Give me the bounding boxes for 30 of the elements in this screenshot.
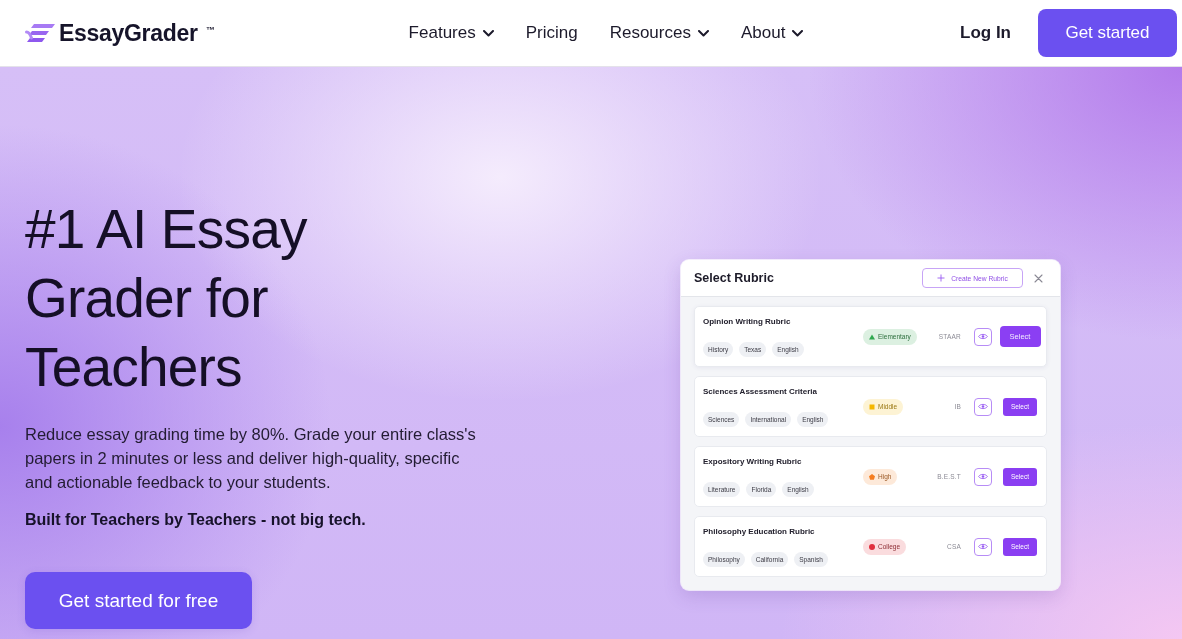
eye-icon <box>978 403 988 410</box>
eye-icon <box>978 543 988 550</box>
logo-icon <box>25 24 55 42</box>
chevron-down-icon <box>792 29 804 37</box>
login-link[interactable]: Log In <box>960 23 1011 43</box>
hero-description: Reduce essay grading time by 80%. Grade your entire class's papers in 2 minutes or less and deliver high-quality, specific and actionable feedback to your students. <box>25 424 477 493</box>
nav-link[interactable]: About <box>740 23 804 43</box>
nav-link[interactable]: Resources <box>609 23 709 43</box>
preview-button[interactable] <box>974 537 992 556</box>
eye-icon <box>978 473 988 480</box>
close-icon[interactable] <box>1034 273 1043 283</box>
chevron-down-icon <box>697 29 709 37</box>
nav-link[interactable]: Pricing <box>525 23 578 43</box>
get-started-free-button[interactable]: Get started for free <box>25 572 252 629</box>
hero-heading: #1 AI Essay Grader for Teachers <box>25 197 309 400</box>
eye-icon <box>978 333 988 340</box>
rubric-title: Opinion Writing Rubric <box>703 316 791 327</box>
hero-tagline: Built for Teachers by Teachers - not big tech. <box>25 510 366 530</box>
dialog-title: Select Rubric <box>694 271 775 285</box>
get-started-button[interactable]: Get started <box>1038 9 1177 57</box>
plus-icon <box>937 274 946 282</box>
preview-button[interactable] <box>974 467 992 486</box>
preview-button[interactable] <box>974 327 992 346</box>
nav-link[interactable]: Features <box>408 23 494 43</box>
chevron-down-icon <box>482 29 494 37</box>
rubric-title: Sciences Assessment Criteria <box>703 386 817 397</box>
preview-button[interactable] <box>974 397 992 416</box>
rubric-title: Expository Writing Rubric <box>703 456 802 467</box>
brand-logo-text[interactable]: EssayGrader$^{™}$ <box>59 19 215 47</box>
rubric-title: Philosophy Education Rubric <box>703 526 815 537</box>
